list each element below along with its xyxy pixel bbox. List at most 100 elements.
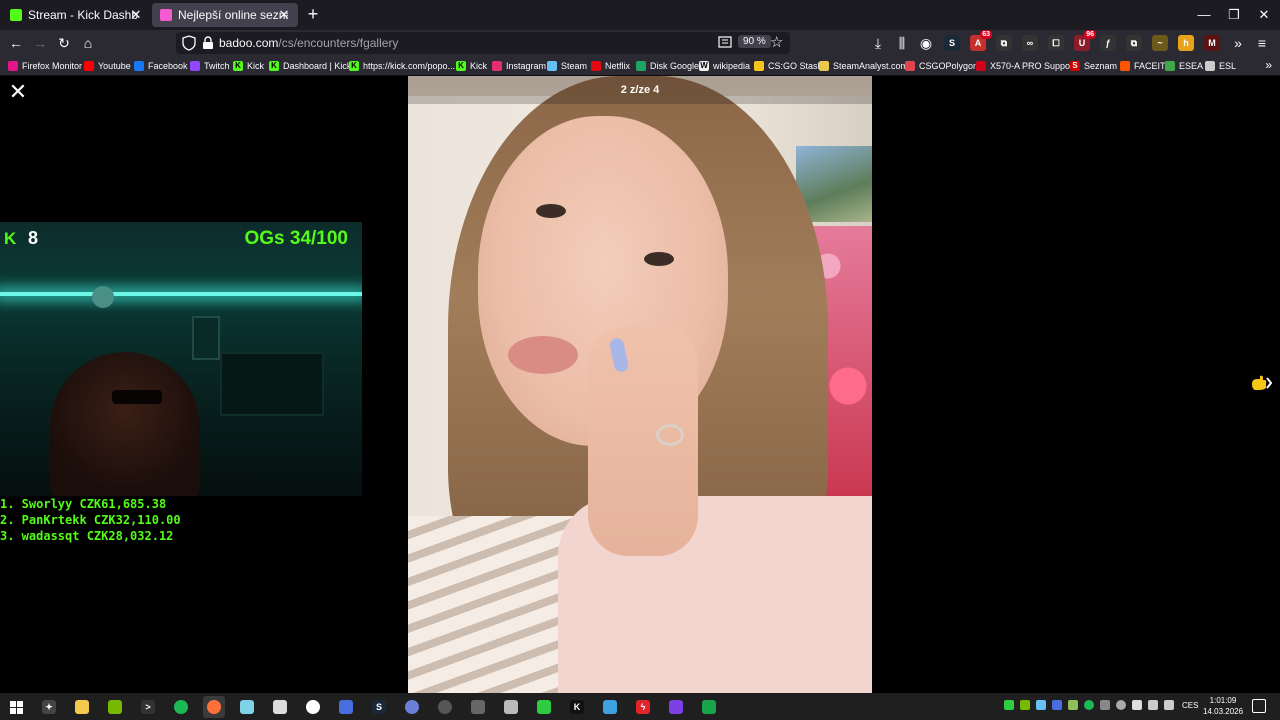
extension-icon[interactable]: M [1204, 35, 1220, 51]
menu-icon[interactable]: ≡ [1252, 33, 1272, 53]
bookmark-facebook[interactable]: Facebook [134, 58, 188, 73]
extensions-puzzle-icon[interactable]: ⧠ [1048, 35, 1064, 51]
close-icon[interactable]: ✕ [8, 81, 28, 103]
zoom-indicator[interactable]: 90 % [738, 35, 771, 48]
system-clock[interactable]: 1:01:09 14.03.2026 [1203, 695, 1243, 717]
taskbar-app[interactable] [665, 696, 687, 718]
network-icon[interactable] [1148, 700, 1158, 710]
bookmark-esea[interactable]: ESEA [1165, 58, 1203, 73]
bookmark-esl[interactable]: ESL [1205, 58, 1236, 73]
start-button[interactable] [5, 696, 27, 718]
taskbar-app[interactable] [698, 696, 720, 718]
taskbar-steam[interactable]: S [368, 696, 390, 718]
tray-icon[interactable] [1004, 700, 1014, 710]
taskbar-app[interactable] [269, 696, 291, 718]
reload-icon[interactable]: ↻ [54, 33, 74, 53]
url-text[interactable]: badoo.com/cs/encounters/fgallery [219, 36, 398, 50]
bookmark-firefox-monitor[interactable]: Firefox Monitor [8, 58, 82, 73]
bookmark-msi-support[interactable]: X570-A PRO Support [976, 58, 1076, 73]
tab-badoo[interactable]: Nejlepší online seznamka zdarma ✕ [152, 3, 298, 27]
taskbar-spotify[interactable] [170, 696, 192, 718]
extension-mask-icon[interactable]: ∞ [1022, 35, 1038, 51]
bookmark-wikipedia[interactable]: Wwikipedia [699, 58, 750, 73]
honey-extension-icon[interactable]: h [1178, 35, 1194, 51]
minimize-button[interactable]: — [1188, 0, 1220, 30]
bookmark-twitch[interactable]: Twitch [190, 58, 230, 73]
close-tab-icon[interactable]: ✕ [128, 7, 144, 23]
close-tab-icon[interactable]: ✕ [276, 7, 292, 23]
taskbar-app[interactable] [302, 696, 324, 718]
close-window-button[interactable]: ✕ [1248, 0, 1280, 30]
microphone-icon[interactable] [1132, 700, 1142, 710]
taskbar-app[interactable] [335, 696, 357, 718]
tray-steam-icon[interactable] [1036, 700, 1046, 710]
reader-view-icon[interactable] [718, 35, 732, 49]
bookmark-seznam[interactable]: S Seznam [1070, 58, 1117, 73]
shield-icon[interactable] [182, 35, 196, 51]
taskbar-app[interactable] [599, 696, 621, 718]
taskbar-app[interactable] [500, 696, 522, 718]
more-extensions-icon[interactable]: » [1228, 33, 1248, 53]
bookmarks-toolbar: Firefox Monitor Youtube Facebook Twitch … [0, 56, 1280, 76]
bookmark-csgopolygon[interactable]: CSGOPolygon [905, 58, 978, 73]
bookmark-kick[interactable]: K Kick [233, 58, 264, 73]
extension-icon[interactable]: ⧉ [996, 35, 1012, 51]
script-extension-icon[interactable]: ƒ [1100, 35, 1116, 51]
taskbar-file-explorer[interactable] [71, 696, 93, 718]
chevron-right-icon[interactable] [1250, 374, 1274, 394]
steam-extension-icon[interactable]: S [944, 35, 960, 51]
extension-icon[interactable]: U 96 [1074, 30, 1096, 51]
bookmark-faceit[interactable]: FACEIT [1120, 58, 1166, 73]
address-bar[interactable]: badoo.com/cs/encounters/fgallery 90 % ☆ [176, 32, 790, 54]
forward-icon[interactable]: → [30, 33, 50, 53]
bookmark-kick-url[interactable]: Khttps://kick.com/popo... [349, 58, 455, 73]
taskbar-firefox[interactable] [203, 696, 225, 718]
account-icon[interactable]: ◉ [916, 33, 936, 53]
bookmark-youtube[interactable]: Youtube [84, 58, 131, 73]
language-indicator[interactable]: CES [1182, 701, 1198, 710]
taskbar-app[interactable] [401, 696, 423, 718]
taskbar-calculator[interactable] [467, 696, 489, 718]
bookmark-instagram[interactable]: Instagram [492, 58, 546, 73]
tab-kick-dashboard[interactable]: Stream - Kick Dashboard ✕ [2, 3, 150, 27]
library-icon[interactable]: ⫼ [892, 33, 912, 53]
bookmark-csgo-stash[interactable]: CS:GO Stash [754, 58, 823, 73]
notification-icon[interactable] [1252, 699, 1266, 713]
bookmark-netflix[interactable]: Netflix [591, 58, 630, 73]
kick-icon: K [233, 60, 243, 71]
bookmarks-overflow-icon[interactable]: » [1265, 58, 1272, 72]
tray-spotify-icon[interactable] [1084, 700, 1094, 710]
back-icon[interactable]: ← [6, 33, 26, 53]
bookmark-kick-dashboard[interactable]: K Dashboard | Kick [269, 58, 351, 73]
taskbar-kick[interactable]: K [566, 696, 588, 718]
maximize-button[interactable]: ❐ [1218, 0, 1250, 30]
adblock-badge: 63 [980, 30, 992, 39]
bookmark-star-icon[interactable]: ☆ [770, 33, 783, 51]
bookmark-steam[interactable]: Steam [547, 58, 587, 73]
volume-icon[interactable] [1164, 700, 1174, 710]
new-tab-button[interactable]: + [303, 4, 323, 24]
taskbar-app[interactable] [533, 696, 555, 718]
bookmark-google-drive[interactable]: Disk Google [636, 58, 699, 73]
home-icon[interactable]: ⌂ [78, 33, 98, 53]
lightning-icon: ϟ [636, 700, 650, 714]
tray-icon[interactable] [1116, 700, 1126, 710]
extension-icon[interactable]: ⧉ [1126, 35, 1142, 51]
lock-icon[interactable] [202, 36, 214, 50]
bookmark-kick-2[interactable]: K Kick [456, 58, 487, 73]
extension-icon[interactable]: ~ [1152, 35, 1168, 51]
taskbar-terminal[interactable]: > [137, 696, 159, 718]
tray-icon[interactable] [1052, 700, 1062, 710]
adblock-extension-icon[interactable]: A 63 [970, 30, 992, 51]
bookmark-steamanalyst[interactable]: SteamAnalyst.com [819, 58, 908, 73]
tray-nvidia-icon[interactable] [1020, 700, 1030, 710]
taskbar-app[interactable]: ϟ [632, 696, 654, 718]
downloads-icon[interactable]: ⤓ [868, 33, 888, 53]
taskbar-widgets[interactable]: ✦ [38, 696, 60, 718]
taskbar-nvidia[interactable] [104, 696, 126, 718]
tray-icon[interactable] [1100, 700, 1110, 710]
taskbar-app[interactable] [434, 696, 456, 718]
taskbar-app[interactable] [236, 696, 258, 718]
profile-photo[interactable]: 2 z/ze 4 [408, 76, 872, 693]
tray-icon[interactable] [1068, 700, 1078, 710]
